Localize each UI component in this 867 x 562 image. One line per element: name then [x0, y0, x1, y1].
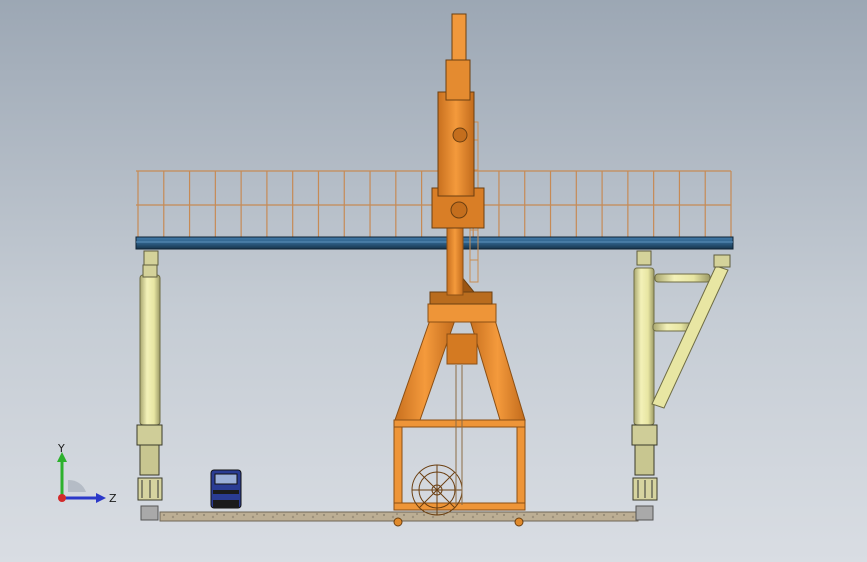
y-axis-label: Y — [57, 442, 65, 455]
cable-drum — [411, 464, 463, 516]
axis-plane-indicator — [68, 479, 86, 492]
right-bracing-struts — [651, 254, 731, 409]
x-axis-dot-icon — [58, 494, 66, 502]
truck-model — [210, 469, 242, 509]
axis-triad: Y Z — [57, 442, 117, 505]
z-axis-label: Z — [109, 492, 117, 505]
right-leg-column — [631, 250, 658, 501]
portal-frame — [393, 303, 526, 527]
cad-3d-viewport[interactable]: Y Z — [0, 0, 867, 562]
left-leg-column — [136, 250, 163, 501]
main-girder — [135, 236, 734, 250]
z-arrowhead-icon — [96, 493, 106, 503]
excavator-arm — [431, 13, 485, 229]
gantry-crane-model[interactable] — [0, 0, 867, 562]
